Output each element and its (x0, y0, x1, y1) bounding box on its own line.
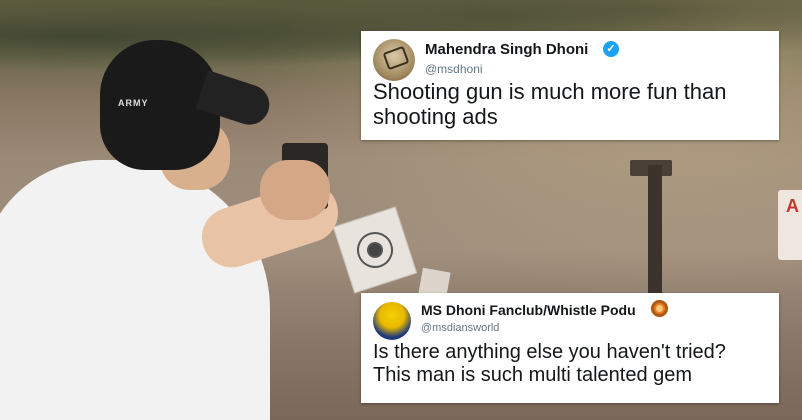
target-stand-post (648, 165, 662, 295)
tweet-card-dhoni[interactable]: Mahendra Singh Dhoni ✓ @msdhoni Shooting… (361, 31, 779, 140)
tweet-author-name[interactable]: MS Dhoni Fanclub/Whistle Podu (421, 302, 636, 318)
tweet-author-handle[interactable]: @msdiansworld (421, 322, 499, 334)
tweet-text-line: shooting ads (373, 104, 498, 130)
range-sign-letter: A (786, 196, 799, 216)
verified-badge-icon: ✓ (603, 41, 619, 57)
photo-background: A ARMY Mahendra Singh Dhoni ✓ @msdhoni S… (0, 0, 802, 420)
tweet-text: Shooting gun is much more fun than shoot… (373, 79, 773, 130)
tweet-text-line: Is there anything else you haven't tried… (373, 341, 726, 363)
cap-text: ARMY (118, 98, 149, 108)
tweet-author-handle[interactable]: @msdhoni (425, 62, 483, 76)
tweet-text: Is there anything else you haven't tried… (373, 341, 773, 387)
avatar[interactable] (373, 39, 415, 81)
tweet-card-fanclub[interactable]: MS Dhoni Fanclub/Whistle Podu @msdianswo… (361, 293, 779, 403)
avatar-signature (382, 45, 410, 71)
person-hand (260, 160, 330, 220)
tweet-author-name[interactable]: Mahendra Singh Dhoni (425, 41, 588, 58)
avatar[interactable] (373, 302, 411, 340)
tweet-text-line: This man is such multi talented gem (373, 364, 693, 386)
tweet-text-line: Shooting gun is much more fun than (373, 79, 727, 104)
range-sign: A (778, 190, 802, 260)
person-torso (0, 160, 270, 420)
lion-face-icon (651, 300, 668, 317)
